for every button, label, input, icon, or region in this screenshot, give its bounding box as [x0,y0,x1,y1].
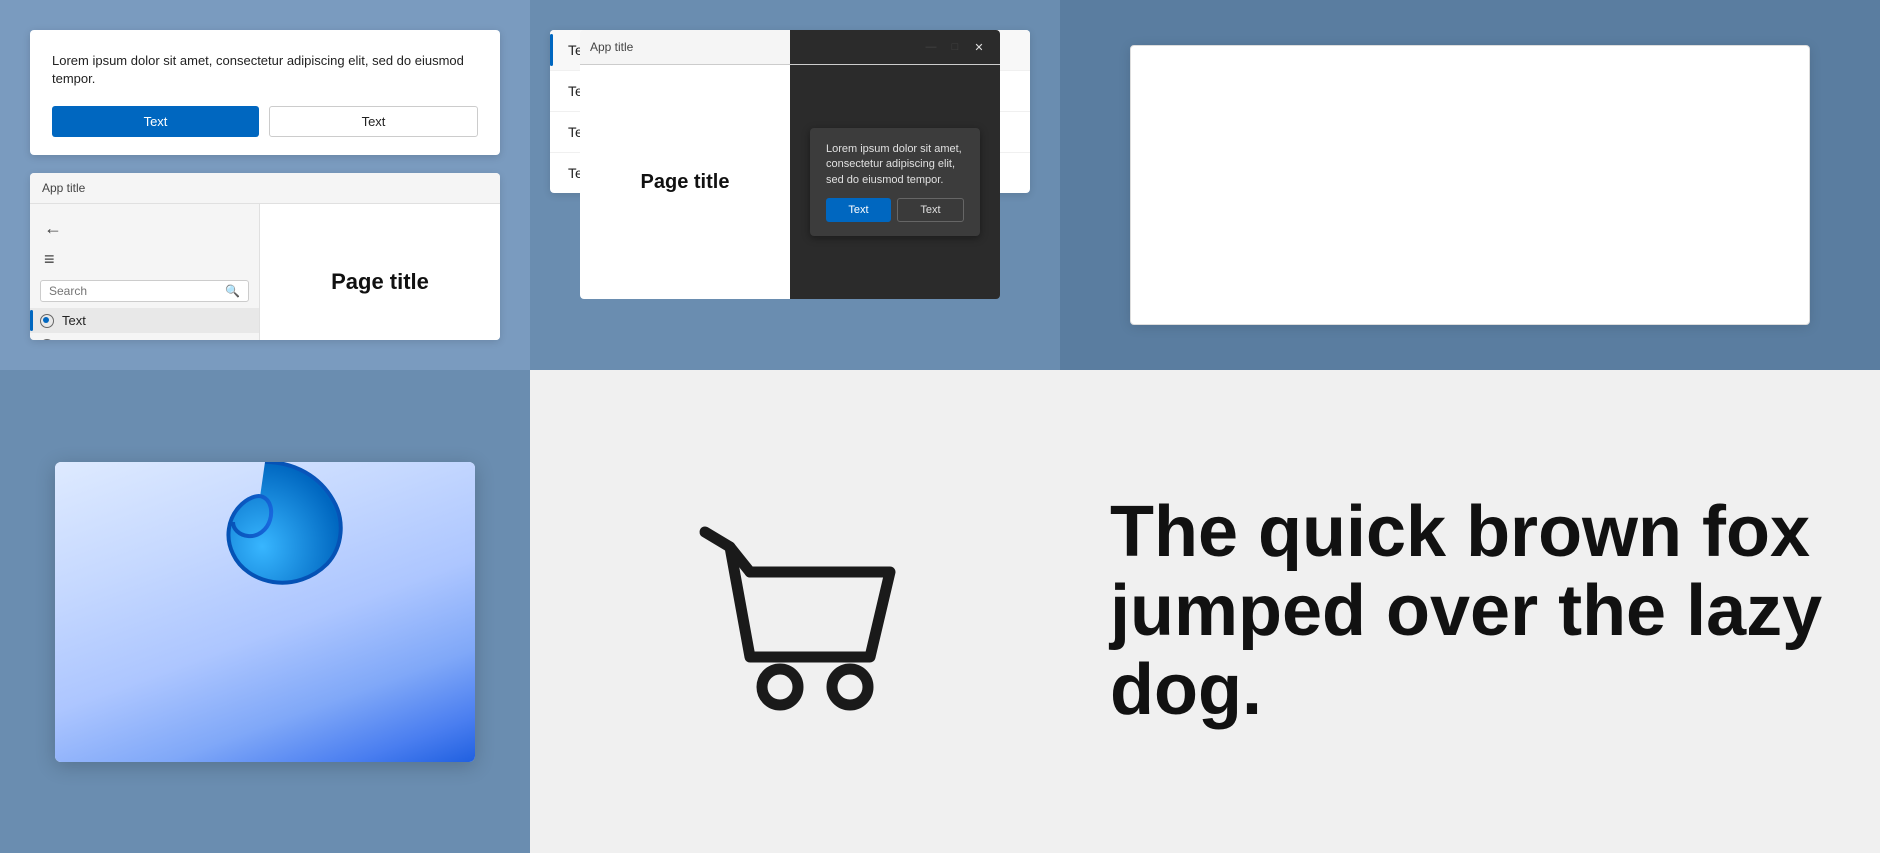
hamburger-icon: ≡ [44,249,55,269]
search-input[interactable] [49,284,225,298]
dark-popup-secondary[interactable]: Text [897,198,964,222]
radio-2 [40,339,54,340]
cart-icon-wrapper [675,492,915,732]
browser-window [55,462,475,762]
main-grid: Lorem ipsum dolor sit amet, consectetur … [0,0,1880,853]
maximize-button[interactable]: □ [944,36,966,58]
app-sidebar: ← ≡ 🔍 Text [30,204,260,340]
dialog-page-title: Page title [641,171,730,194]
search-icon: 🔍 [225,284,240,298]
close-button[interactable]: ✕ [968,36,990,58]
sidebar-item-label-2: Text [62,338,86,340]
shopping-cart-icon [675,492,915,732]
dialog-window: App title — □ ✕ Page title Lorem ipsum d… [580,30,1000,300]
dialog-secondary-button[interactable]: Text [269,106,478,137]
cell-bottom-middle [530,370,1060,853]
back-button[interactable]: ← [30,212,259,245]
edge-logo-icon [185,462,345,607]
blank-window [1130,45,1810,325]
back-icon: ← [44,218,62,238]
cell-top-middle: Text Text Text Text App title — □ [530,0,1060,370]
dialog-titlebar: App title — □ ✕ [580,30,1000,65]
window-controls: — □ ✕ [920,36,990,58]
sidebar-search-box[interactable]: 🔍 [40,280,249,302]
app-shell-titlebar: App title [30,173,500,204]
app-content-area: Page title [260,204,500,340]
dialog-window-title: App title [590,40,633,54]
cell-top-right [1060,0,1880,370]
cell-top-left: Lorem ipsum dolor sit amet, consectetur … [0,0,530,370]
dark-popup-text: Lorem ipsum dolor sit amet, consectetur … [826,142,964,188]
dialog-primary-button[interactable]: Text [52,106,259,137]
hamburger-button[interactable]: ≡ [30,245,259,274]
dark-popup-buttons: Text Text [826,198,964,222]
minimize-button[interactable]: — [920,36,942,58]
pangram-text: The quick brown fox jumped over the lazy… [1110,493,1830,731]
dark-popup: Lorem ipsum dolor sit amet, consectetur … [810,128,980,236]
app-shell-body: ← ≡ 🔍 Text [30,204,500,340]
page-title: Page title [331,269,429,295]
app-shell-card: App title ← ≡ 🔍 [30,173,500,340]
dialog-window-body: Page title Lorem ipsum dolor sit amet, c… [580,65,1000,299]
dialog-light-half: Page title [580,65,790,299]
dialog-dark-half: Lorem ipsum dolor sit amet, consectetur … [790,65,1000,299]
radio-1 [40,314,54,328]
sidebar-item-1[interactable]: Text [30,308,259,333]
dialog-buttons: Text Text [52,106,478,137]
browser-gradient [55,462,475,762]
cell-bottom-left [0,370,530,853]
sidebar-item-label-1: Text [62,313,86,328]
cell-bottom-right: The quick brown fox jumped over the lazy… [1060,370,1880,853]
app-shell-title: App title [42,181,85,195]
dialog-body-text: Lorem ipsum dolor sit amet, consectetur … [52,52,478,88]
sidebar-item-2[interactable]: Text [30,333,259,340]
dialog-card: Lorem ipsum dolor sit amet, consectetur … [30,30,500,155]
dark-popup-primary[interactable]: Text [826,198,891,222]
